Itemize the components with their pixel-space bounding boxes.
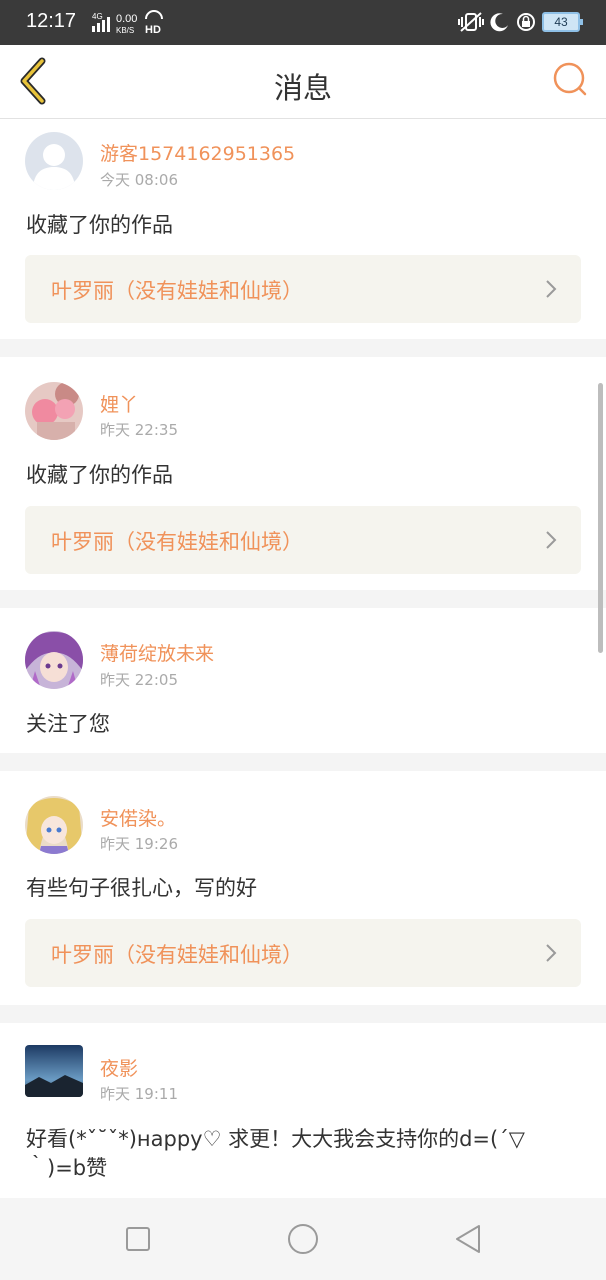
message-text: 收藏了你的作品: [26, 463, 173, 487]
pink-bear-avatar-icon: [25, 382, 83, 440]
username[interactable]: 游客1574162951365: [100, 139, 295, 166]
app-header: 消息: [0, 45, 606, 119]
vibrate-icon: [458, 12, 484, 32]
moon-icon: [490, 13, 508, 32]
network-type: 4G: [92, 12, 103, 21]
timestamp: 昨天 19:11: [100, 1085, 178, 1103]
anime-girl-avatar-icon: [25, 631, 83, 689]
hd-label: HD: [145, 24, 161, 36]
username[interactable]: 夜影: [100, 1054, 138, 1081]
avatar[interactable]: [25, 132, 83, 190]
search-icon: [553, 62, 587, 96]
message-item[interactable]: 夜影 昨天 19:11 好看(*ˇ˘ˇ*)нappy♡ 求更！大大我会支持你的d…: [0, 1023, 606, 1198]
speed-value: 0.00: [116, 13, 137, 25]
page-title: 消息: [273, 71, 332, 105]
message-text: 收藏了你的作品: [26, 213, 173, 237]
signal-icon: [92, 26, 95, 32]
work-link[interactable]: 叶罗丽（没有娃娃和仙境）: [25, 919, 581, 987]
status-icons: 43: [458, 10, 583, 34]
work-title: 叶罗丽（没有娃娃和仙境）: [51, 943, 303, 967]
avatar[interactable]: [25, 382, 83, 440]
avatar[interactable]: [25, 796, 83, 854]
chevron-right-icon: [546, 531, 557, 549]
speed-unit: KB/S: [116, 26, 134, 35]
anime-girl-avatar-icon: [25, 796, 83, 854]
chevron-right-icon: [546, 944, 557, 962]
work-link[interactable]: 叶罗丽（没有娃娃和仙境）: [25, 506, 581, 574]
system-nav-bar: [0, 1198, 606, 1280]
status-time: 12:17: [26, 10, 77, 32]
timestamp: 昨天 22:05: [100, 671, 178, 689]
status-bar: 12:17 4G 0.00 KB/S HD 43: [0, 0, 606, 45]
avatar[interactable]: [25, 1045, 83, 1097]
message-item[interactable]: 薄荷绽放未来 昨天 22:05 关注了您: [0, 608, 606, 753]
circle-icon[interactable]: [284, 1220, 322, 1258]
search-button[interactable]: [550, 59, 592, 101]
message-item[interactable]: 游客1574162951365 今天 08:06 收藏了你的作品 叶罗丽（没有娃…: [0, 119, 606, 339]
message-item[interactable]: 安偌染。 昨天 19:26 有些句子很扎心，写的好 叶罗丽（没有娃娃和仙境）: [0, 771, 606, 1005]
message-text: 有些句子很扎心，写的好: [26, 876, 257, 900]
message-item[interactable]: 娌丫 昨天 22:35 收藏了你的作品 叶罗丽（没有娃娃和仙境）: [0, 357, 606, 590]
scrollbar[interactable]: [598, 383, 603, 653]
square-icon[interactable]: [119, 1220, 157, 1258]
timestamp: 昨天 22:35: [100, 421, 178, 439]
battery-indicator: 43: [542, 12, 583, 32]
message-text: 关注了您: [26, 712, 110, 736]
default-avatar-icon: [25, 132, 83, 190]
username[interactable]: 薄荷绽放未来: [100, 639, 214, 666]
chevron-right-icon: [546, 280, 557, 298]
message-list[interactable]: 游客1574162951365 今天 08:06 收藏了你的作品 叶罗丽（没有娃…: [0, 119, 606, 1198]
username[interactable]: 安偌染。: [100, 804, 176, 831]
message-text: 好看(*ˇ˘ˇ*)нappy♡ 求更！大大我会支持你的d=(´▽｀)=b赞: [26, 1127, 525, 1180]
work-link[interactable]: 叶罗丽（没有娃娃和仙境）: [25, 255, 581, 323]
triangle-back-icon[interactable]: [449, 1220, 487, 1258]
timestamp: 今天 08:06: [100, 171, 178, 189]
hd-call-icon: [145, 10, 163, 20]
landscape-avatar-icon: [25, 1045, 83, 1097]
avatar[interactable]: [25, 631, 83, 689]
work-title: 叶罗丽（没有娃娃和仙境）: [51, 530, 303, 554]
username[interactable]: 娌丫: [100, 390, 138, 417]
work-title: 叶罗丽（没有娃娃和仙境）: [51, 279, 303, 303]
network-indicator: 4G 0.00 KB/S HD: [88, 9, 168, 37]
lock-rotation-icon: [517, 13, 535, 31]
timestamp: 昨天 19:26: [100, 835, 178, 853]
